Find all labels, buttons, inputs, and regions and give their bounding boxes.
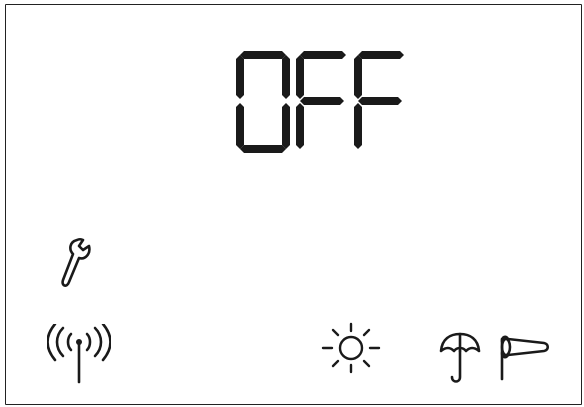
sun-icon	[320, 321, 382, 375]
seg-f2-middle	[358, 97, 402, 105]
lcd-panel: OFF	[5, 4, 582, 405]
seg-f2-left-upper	[354, 55, 362, 99]
seg-o-left-upper	[236, 55, 244, 99]
seg-o-right-lower	[282, 103, 290, 149]
seg-f2-top	[358, 51, 404, 59]
status-display: OFF	[232, 49, 412, 157]
seg-f1-left-upper	[296, 55, 304, 99]
segment-glyphs	[236, 51, 404, 153]
wireless-signal-icon	[46, 322, 112, 386]
seg-o-left-lower	[236, 103, 244, 149]
seg-f1-top	[300, 51, 346, 59]
seg-f1-left-lower	[296, 103, 304, 149]
seg-o-top	[240, 51, 286, 59]
seg-o-bottom	[240, 145, 286, 153]
windsock-icon	[496, 331, 552, 381]
wrench-icon	[55, 236, 95, 290]
seg-o-right-upper	[282, 55, 290, 99]
seg-f2-left-lower	[354, 103, 362, 149]
seg-f1-middle	[300, 97, 344, 105]
umbrella-icon	[438, 331, 482, 385]
